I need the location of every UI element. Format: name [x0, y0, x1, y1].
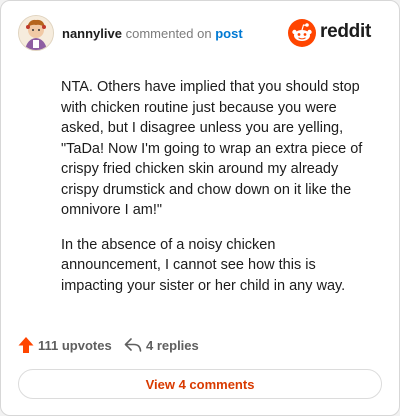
replies-count: 4 replies [146, 338, 199, 353]
reddit-logo-icon [288, 19, 316, 47]
upvote-arrow-icon [18, 337, 34, 353]
upvote-count: 111 upvotes [38, 338, 112, 353]
username-link[interactable]: nannylive [62, 26, 122, 41]
reddit-brand[interactable]: reddit [288, 19, 384, 47]
reddit-wordmark: reddit [320, 21, 371, 42]
post-link[interactable]: post [215, 26, 242, 41]
comment-paragraph: NTA. Others have implied that you should… [61, 79, 363, 218]
comment-meta: nannylive commented on post [62, 26, 243, 41]
avatar[interactable] [18, 15, 54, 51]
comment-actions: 111 upvotes 4 replies [18, 336, 378, 356]
comment-header: nannylive commented on post reddit [18, 15, 386, 55]
action-text: commented on [125, 26, 212, 41]
reply-icon [124, 338, 142, 352]
comment-card: nannylive commented on post reddit NTA. … [0, 0, 400, 416]
comment-body: NTA. Others have implied that you should… [61, 77, 379, 310]
comment-paragraph: In the absence of a noisy chicken announ… [61, 236, 346, 294]
view-comments-button[interactable]: View 4 comments [18, 369, 382, 399]
